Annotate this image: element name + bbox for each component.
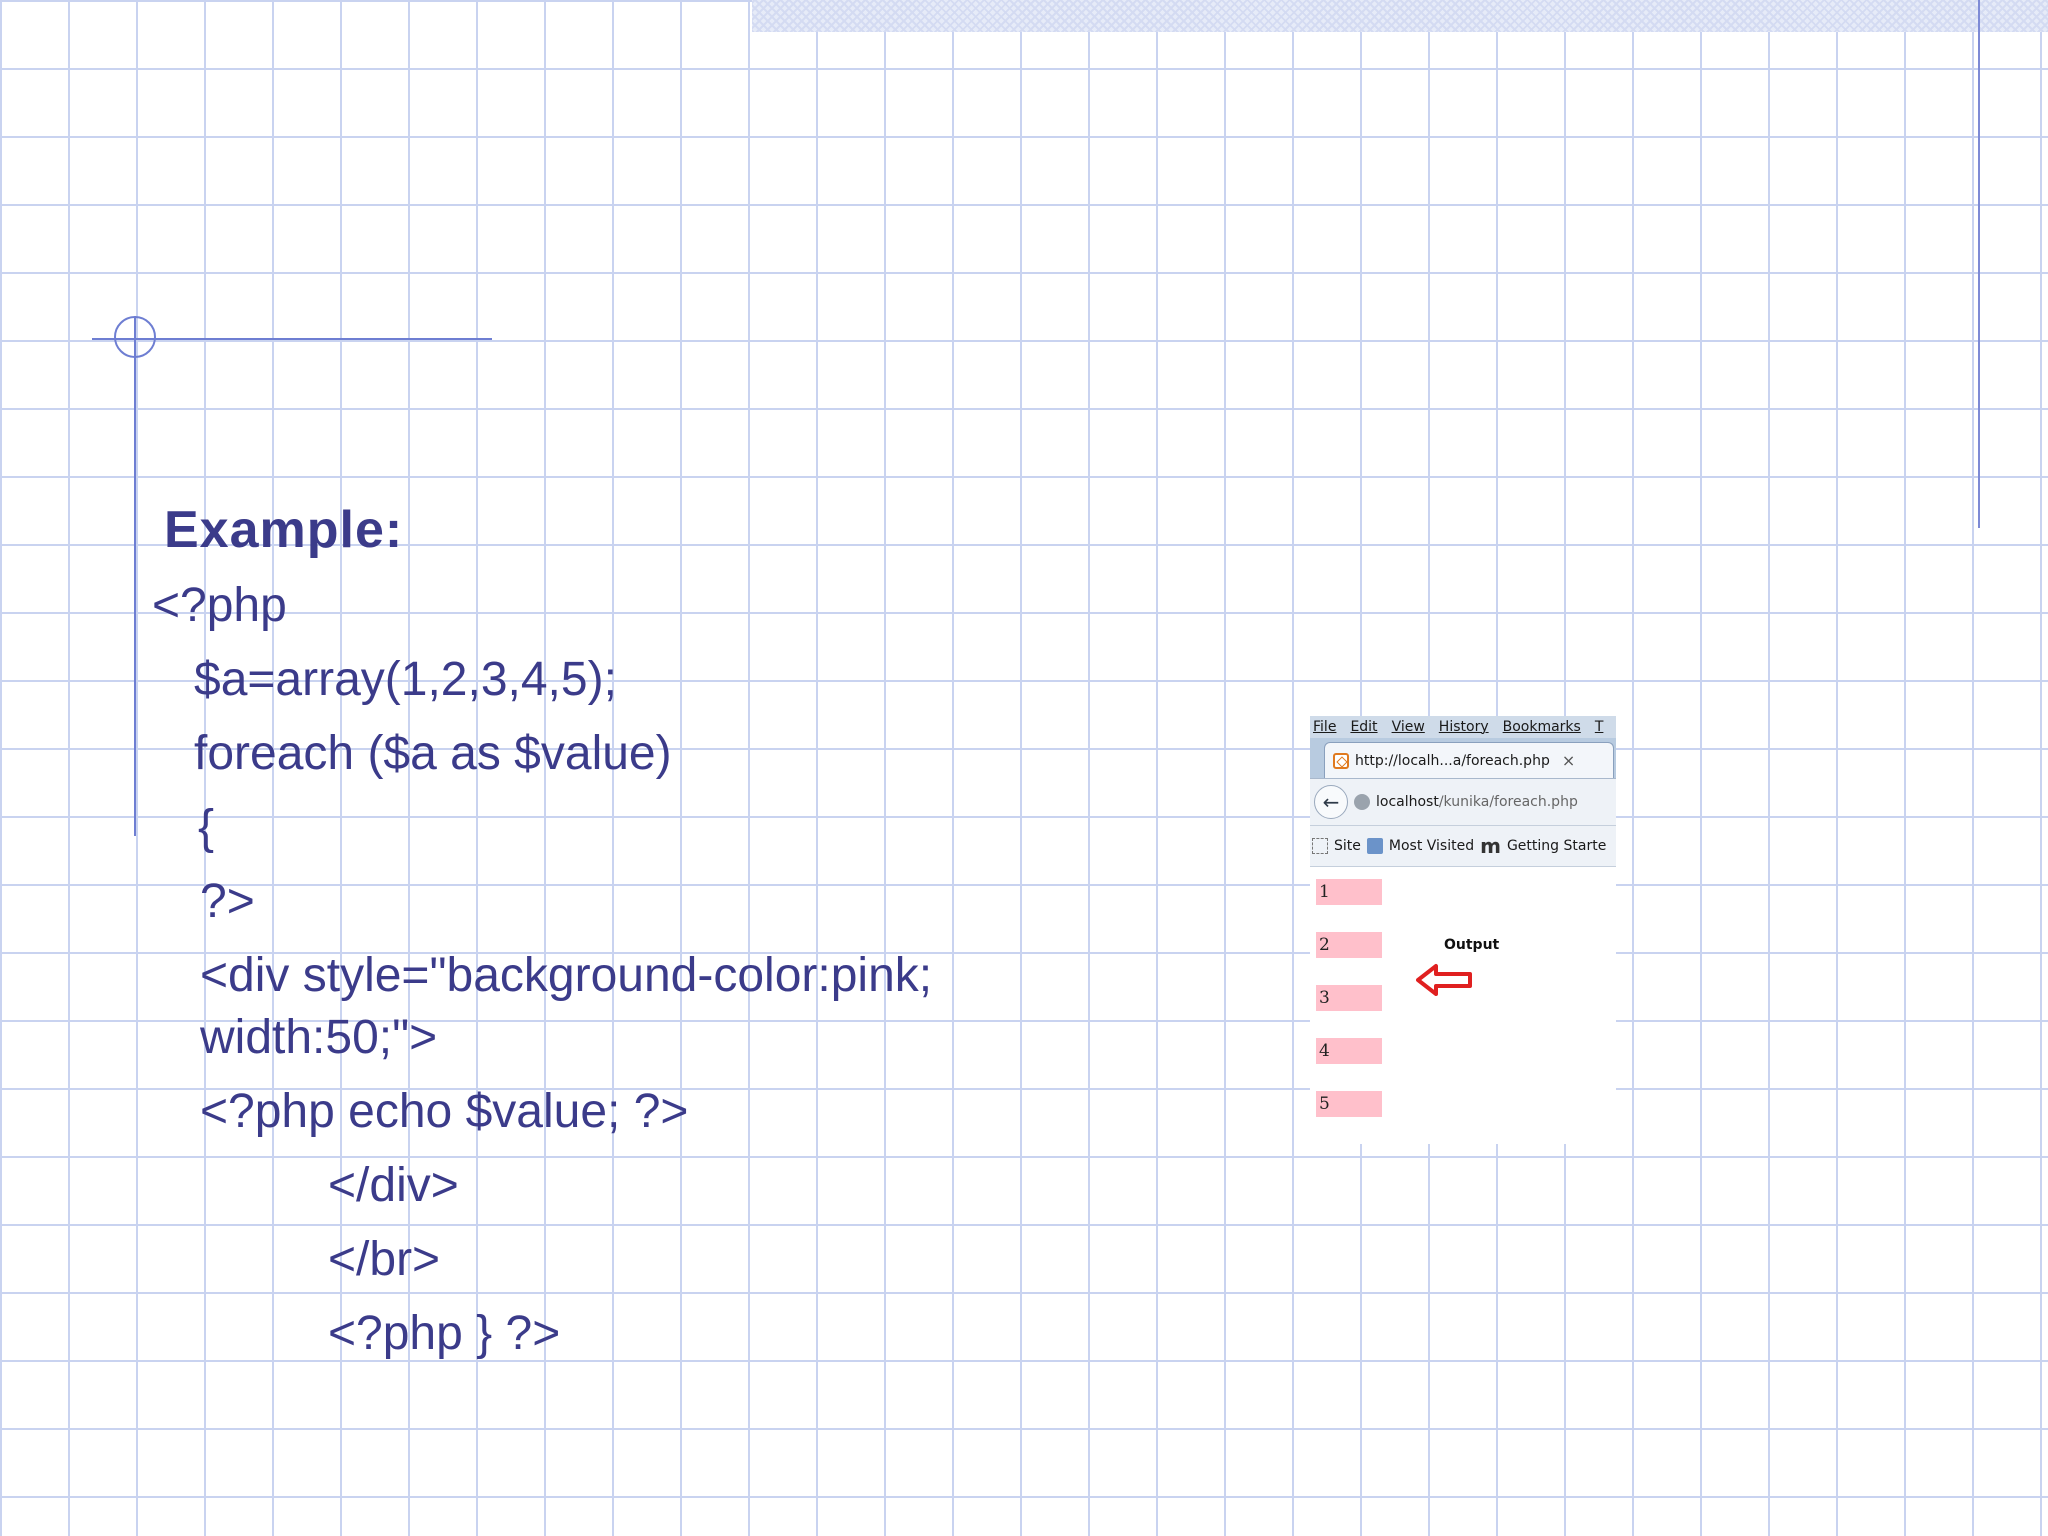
- menu-bookmarks[interactable]: Bookmarks: [1503, 719, 1581, 735]
- bookmark-site[interactable]: Site: [1334, 838, 1361, 854]
- red-arrow-icon: [1416, 964, 1472, 996]
- globe-icon: [1354, 794, 1370, 810]
- browser-screenshot: File Edit View History Bookmarks T http:…: [1310, 716, 1616, 1144]
- menu-file[interactable]: File: [1313, 719, 1336, 735]
- output-row: 4: [1316, 1038, 1382, 1064]
- code-line: </br>: [328, 1233, 441, 1286]
- code-line: <?php } ?>: [328, 1307, 561, 1360]
- code-line: {: [198, 801, 215, 854]
- output-row: 2: [1316, 932, 1382, 958]
- address-bar[interactable]: localhost/kunika/foreach.php: [1376, 794, 1578, 810]
- decorative-horizontal-line: [92, 338, 492, 340]
- code-line: width:50;">: [200, 1011, 438, 1064]
- menu-history[interactable]: History: [1439, 719, 1489, 735]
- menu-view[interactable]: View: [1392, 719, 1425, 735]
- code-line: <div style="background-color:pink;: [200, 949, 933, 1002]
- bookmarks-toolbar: Site Most Visited m Getting Starte: [1310, 825, 1616, 867]
- decorative-vertical-line: [134, 316, 136, 836]
- url-host: localhost: [1376, 794, 1439, 810]
- browser-tab[interactable]: http://localh...a/foreach.php ×: [1324, 742, 1614, 778]
- browser-tabstrip: http://localh...a/foreach.php ×: [1310, 738, 1616, 778]
- url-path: /kunika/foreach.php: [1438, 794, 1578, 810]
- browser-page-content: 1 2 3 4 5 Output: [1310, 867, 1616, 1144]
- code-line: <?php: [152, 579, 287, 632]
- dashed-box-icon: [1312, 838, 1328, 854]
- bookmark-folder-icon: [1366, 838, 1383, 854]
- code-line: ?>: [200, 875, 255, 928]
- output-row: 1: [1316, 879, 1382, 905]
- menu-tools[interactable]: T: [1595, 719, 1604, 735]
- tab-title: http://localh...a/foreach.php: [1355, 752, 1550, 769]
- code-line: $a=array(1,2,3,4,5);: [194, 653, 617, 706]
- back-arrow-icon[interactable]: ←: [1314, 785, 1348, 819]
- top-decorative-band: [752, 0, 2048, 32]
- browser-menubar: File Edit View History Bookmarks T: [1310, 716, 1616, 738]
- code-line: foreach ($a as $value): [194, 727, 672, 780]
- bookmark-most-visited[interactable]: Most Visited: [1389, 838, 1474, 854]
- code-line: <?php echo $value; ?>: [200, 1085, 689, 1138]
- bookmark-getting-started[interactable]: Getting Starte: [1507, 838, 1606, 854]
- tab-close-icon[interactable]: ×: [1562, 751, 1575, 770]
- output-row: 3: [1316, 985, 1382, 1011]
- xampp-favicon-icon: [1333, 752, 1349, 769]
- m-logo-icon: m: [1480, 834, 1501, 858]
- output-row: 5: [1316, 1091, 1382, 1117]
- code-line: </div>: [328, 1159, 459, 1212]
- menu-edit[interactable]: Edit: [1350, 719, 1377, 735]
- output-label: Output: [1444, 937, 1500, 953]
- browser-navbar: ← localhost/kunika/foreach.php: [1310, 778, 1616, 825]
- slide-heading: Example:: [164, 501, 404, 559]
- right-decorative-line: [1978, 0, 1980, 528]
